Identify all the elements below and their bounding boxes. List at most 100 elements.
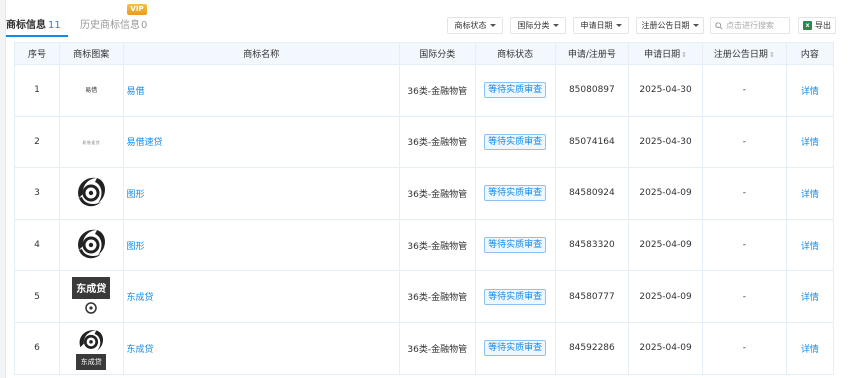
toolbar: 商标信息 11 历史商标信息0 VIP 商标状态 国际分类 申请日期 注册公告日期… [6, 0, 859, 42]
export-label: 导出 [815, 21, 831, 30]
status-badge: 等待实质审查 [484, 340, 547, 357]
search-box [710, 17, 790, 34]
tab-history-trademark[interactable]: 历史商标信息0 [80, 16, 147, 31]
trademark-name-link[interactable]: 易借 [122, 64, 400, 117]
col-header-logo: 商标图案 [59, 42, 124, 65]
table-row: 3 图形 36类-金融物管 等待实质审查 84580924 2025-04-09… [13, 167, 835, 220]
filter-intl-class-dropdown[interactable]: 国际分类 [510, 17, 566, 34]
detail-link[interactable]: 详情 [785, 321, 835, 375]
status-cell: 等待实质审查 [474, 167, 556, 220]
tab-trademark-info-count: 11 [48, 20, 61, 31]
filter-reg-notice-date-dropdown[interactable]: 注册公告日期 [636, 17, 704, 34]
notice-date: - [701, 167, 787, 220]
row-index: 4 [13, 218, 61, 272]
apply-date: 2025-04-09 [628, 167, 703, 220]
detail-link[interactable]: 详情 [785, 64, 835, 117]
trademark-table: 序号 商标图案 商标名称 国际分类 商标状态 申请/注册号 申请日期⇕ 注册公告… [13, 42, 835, 375]
trademark-logo: 东成贷 [59, 270, 124, 323]
dongchengdai-logo: 东成贷 [72, 326, 110, 371]
chevron-down-icon [692, 24, 699, 27]
trademark-logo [59, 167, 124, 220]
notice-date: - [701, 64, 787, 117]
status-cell: 等待实质审查 [474, 270, 556, 323]
col-header-index: 序号 [13, 42, 61, 65]
trademark-name-link[interactable]: 易借速贷 [122, 115, 400, 169]
filter-apply-date-label: 申请日期 [580, 21, 613, 30]
notice-date: - [701, 321, 787, 375]
logo-text: 东成贷 [76, 354, 107, 371]
status-badge: 等待实质审查 [484, 133, 547, 150]
reg-no: 85080897 [554, 64, 630, 117]
col-header-content: 内容 [785, 42, 835, 65]
notice-date: - [701, 218, 787, 272]
logo-text: 易借速贷 [82, 139, 101, 145]
tab-trademark-info[interactable]: 商标信息 11 [6, 16, 61, 31]
detail-link[interactable]: 详情 [785, 167, 835, 220]
vip-badge: VIP [127, 4, 147, 15]
col-header-apply-date[interactable]: 申请日期⇕ [628, 42, 703, 65]
intl-class: 36类-金融物管 [398, 115, 476, 169]
intl-class: 36类-金融物管 [398, 167, 476, 220]
apply-date: 2025-04-09 [628, 218, 703, 272]
detail-link[interactable]: 详情 [785, 270, 835, 323]
col-header-notice-date[interactable]: 注册公告日期⇕ [701, 42, 787, 65]
apply-date: 2025-04-09 [628, 321, 703, 375]
logo-text: 易借 [85, 87, 98, 95]
trademark-name-link[interactable]: 东成贷 [122, 270, 400, 323]
filter-status-label: 商标状态 [454, 21, 487, 30]
excel-icon: x [803, 21, 812, 30]
table-row: 6 东成贷 东成贷 36类-金融物管 等待实质审查 84592286 2025-… [13, 321, 835, 375]
col-header-name: 商标名称 [122, 42, 400, 65]
swirl-logo-icon [78, 177, 106, 207]
filter-apply-date-dropdown[interactable]: 申请日期 [573, 17, 629, 34]
trademark-name-link[interactable]: 东成贷 [122, 321, 400, 375]
logo-text: 东成贷 [76, 283, 107, 295]
tab-trademark-info-label: 商标信息 [6, 20, 46, 31]
left-edge [0, 0, 6, 378]
filter-intl-class-label: 国际分类 [517, 21, 550, 30]
swirl-logo-icon [85, 301, 98, 314]
filter-status-dropdown[interactable]: 商标状态 [447, 17, 503, 34]
reg-no: 84592286 [554, 321, 630, 375]
export-button[interactable]: x 导出 [798, 17, 836, 34]
status-badge: 等待实质审查 [484, 185, 547, 202]
reg-no: 84583320 [554, 218, 630, 272]
swirl-logo-icon [79, 330, 104, 351]
sort-icon: ⇕ [681, 51, 687, 59]
active-tab-indicator [6, 35, 68, 37]
table-header-row: 序号 商标图案 商标名称 国际分类 商标状态 申请/注册号 申请日期⇕ 注册公告… [13, 42, 835, 65]
status-cell: 等待实质审查 [474, 321, 556, 375]
swirl-logo-icon [78, 229, 106, 258]
reg-no: 84580924 [554, 167, 630, 220]
intl-class: 36类-金融物管 [398, 64, 476, 117]
sort-icon: ⇕ [768, 51, 775, 59]
chevron-down-icon [615, 24, 622, 27]
status-badge: 等待实质审查 [484, 288, 547, 305]
col-header-apply-date-label: 申请日期 [644, 50, 681, 60]
status-badge: 等待实质审查 [484, 82, 547, 99]
trademark-name-link[interactable]: 图形 [122, 167, 400, 220]
table-row: 1 易借 易借 36类-金融物管 等待实质审查 85080897 2025-04… [13, 64, 835, 117]
row-index: 1 [13, 64, 61, 117]
apply-date: 2025-04-30 [628, 64, 703, 117]
apply-date: 2025-04-09 [628, 270, 703, 323]
status-cell: 等待实质审查 [474, 64, 556, 117]
row-index: 5 [13, 270, 61, 323]
detail-link[interactable]: 详情 [785, 115, 835, 169]
tab-history-label: 历史商标信息 [80, 20, 140, 31]
table-row: 4 图形 36类-金融物管 等待实质审查 84583320 2025-04-09… [13, 218, 835, 272]
table-row: 2 易借速贷 易借速贷 36类-金融物管 等待实质审查 85074164 202… [13, 115, 835, 169]
status-cell: 等待实质审查 [474, 218, 556, 272]
chevron-down-icon [552, 24, 559, 27]
status-cell: 等待实质审查 [474, 115, 556, 169]
trademark-name-link[interactable]: 图形 [122, 218, 400, 272]
reg-no: 84580777 [554, 270, 630, 323]
status-badge: 等待实质审查 [484, 237, 547, 254]
search-icon [715, 21, 723, 30]
notice-date: - [701, 115, 787, 169]
row-index: 2 [13, 115, 61, 169]
detail-link[interactable]: 详情 [785, 218, 835, 272]
search-input[interactable] [726, 21, 788, 30]
col-header-intl-class: 国际分类 [398, 42, 476, 65]
row-index: 3 [13, 167, 61, 220]
